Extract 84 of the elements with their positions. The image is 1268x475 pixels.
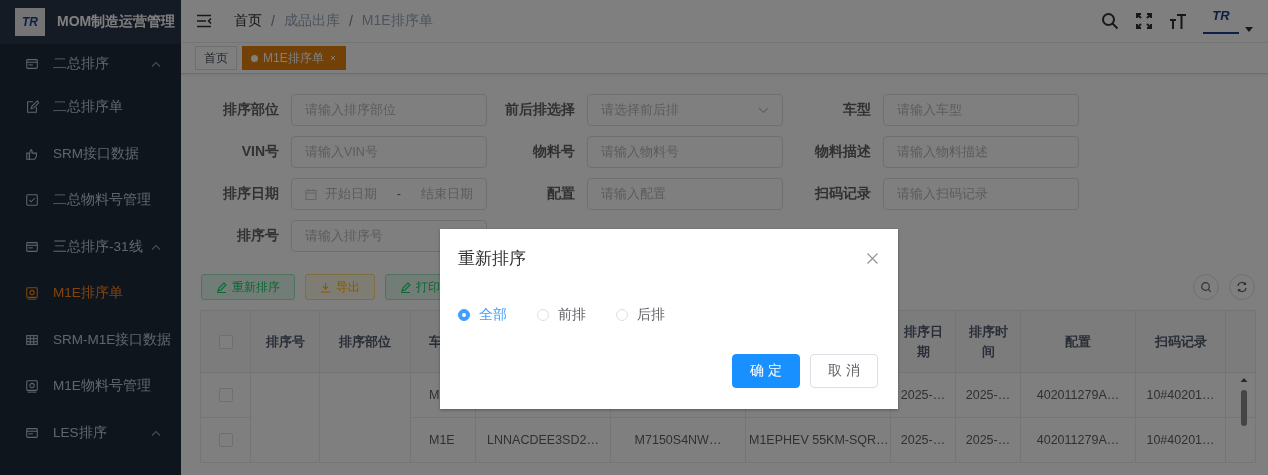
text-size-icon[interactable] (1169, 12, 1187, 30)
table-cell: M (429, 388, 440, 402)
table-cell: 2025-… (900, 388, 946, 402)
menu-item-label: M1E排序单 (53, 284, 123, 303)
search-icon[interactable] (1101, 12, 1119, 30)
menu-group-label: 三总排序-31线 (53, 237, 143, 256)
table-icon (25, 332, 39, 347)
action-button[interactable]: 导出 (305, 274, 375, 300)
menu-group[interactable]: 三总排序-31线 (0, 223, 181, 270)
action-button[interactable]: 重新排序 (201, 274, 295, 300)
column-header: 扫码记录 (1154, 333, 1207, 349)
table-cell: 10#40201… (1146, 388, 1215, 402)
menu-item-label: 二总物料号管理 (53, 191, 151, 210)
fullscreen-icon[interactable] (1135, 12, 1153, 30)
field-label: 车型 (842, 101, 871, 119)
card-icon (25, 425, 39, 440)
menu-item-label: 二总排序单 (53, 98, 123, 117)
column-header: 排序时间 (968, 323, 1008, 359)
breadcrumb-item[interactable]: 首页 (234, 12, 262, 30)
card-icon (25, 239, 39, 254)
caret-icon[interactable] (1245, 26, 1253, 32)
menu-item-label: M1E物料号管理 (53, 377, 151, 396)
menu-icon[interactable] (196, 14, 212, 28)
search-button[interactable] (1193, 274, 1219, 300)
column-header: 排序部位 (339, 333, 391, 349)
table-cell: M7150S4NW… (634, 433, 722, 447)
tab[interactable]: M1E排序单 (242, 46, 346, 70)
field-label: 排序部位 (222, 101, 279, 119)
dot-icon (251, 54, 258, 62)
close-icon[interactable] (328, 54, 337, 62)
table-cell: 402011279A… (1036, 388, 1120, 402)
menu-group-label: LES排序 (53, 423, 107, 442)
radio-option[interactable]: 后排 (616, 306, 665, 324)
field-label: 排序日期 (222, 185, 279, 203)
refresh-button[interactable] (1229, 274, 1255, 300)
chip-icon (25, 286, 39, 301)
pencil-icon (216, 281, 227, 293)
tab[interactable]: 首页 (195, 46, 237, 70)
breadcrumb-separator: / (348, 13, 353, 29)
menu-item[interactable]: 二总排序单 (0, 84, 181, 131)
card-icon (25, 57, 39, 71)
app-title: MOM制造运营管理 (57, 13, 176, 31)
field-label: 扫码记录 (813, 185, 871, 203)
confirm-button[interactable]: 确 定 (732, 354, 800, 388)
menu-item[interactable]: M1E物料号管理 (0, 363, 181, 410)
table-cell: M1E (429, 433, 455, 447)
radio-option[interactable]: 前排 (537, 306, 586, 324)
menu-group[interactable]: LES排序 (0, 409, 181, 456)
refresh-icon (1236, 281, 1248, 293)
field-label: 配置 (546, 185, 575, 203)
field-label: VIN号 (240, 143, 279, 161)
field-label: 前后排选择 (504, 101, 575, 119)
chevron-icon (758, 106, 769, 114)
radio-circle[interactable] (458, 309, 470, 321)
radio-option[interactable]: 全部 (458, 306, 507, 324)
column-header: 排序号 (265, 333, 305, 349)
chip-icon (25, 379, 39, 394)
hand-icon (25, 146, 39, 161)
table-cell: 2025-… (965, 433, 1011, 447)
column-header: 配置 (1065, 333, 1091, 349)
calendar-icon (305, 187, 317, 201)
table-cell: 10#40201… (1146, 433, 1215, 447)
table-cell: M1EPHEV 55KM-SQR… (749, 433, 889, 447)
table-cell: 2025-… (900, 433, 946, 447)
breadcrumb-separator: / (271, 13, 275, 29)
field-label: 物料描述 (813, 143, 871, 161)
menu-group-label: 二总排序 (53, 55, 109, 73)
field-label: 排序号 (236, 227, 279, 245)
menu-group[interactable]: 二总排序 (0, 44, 181, 84)
column-header: 排序日期 (903, 323, 943, 359)
menu-item[interactable]: 二总物料号管理 (0, 177, 181, 224)
download-icon (320, 281, 331, 293)
table-cell: LNNACDEE3SD2… (487, 433, 599, 447)
menu-item[interactable]: M1E排序单 (0, 270, 181, 317)
cancel-button[interactable]: 取 消 (810, 354, 878, 388)
table-cell: 402011279A… (1036, 433, 1120, 447)
pencil-icon (400, 281, 411, 293)
field-label: 物料号 (531, 143, 575, 161)
search-icon (1200, 281, 1212, 293)
logo: TR (15, 8, 45, 36)
table-cell: 2025-… (965, 388, 1011, 402)
checkbox-icon (25, 193, 39, 208)
edit-icon (25, 100, 39, 115)
close-icon[interactable] (867, 253, 878, 264)
